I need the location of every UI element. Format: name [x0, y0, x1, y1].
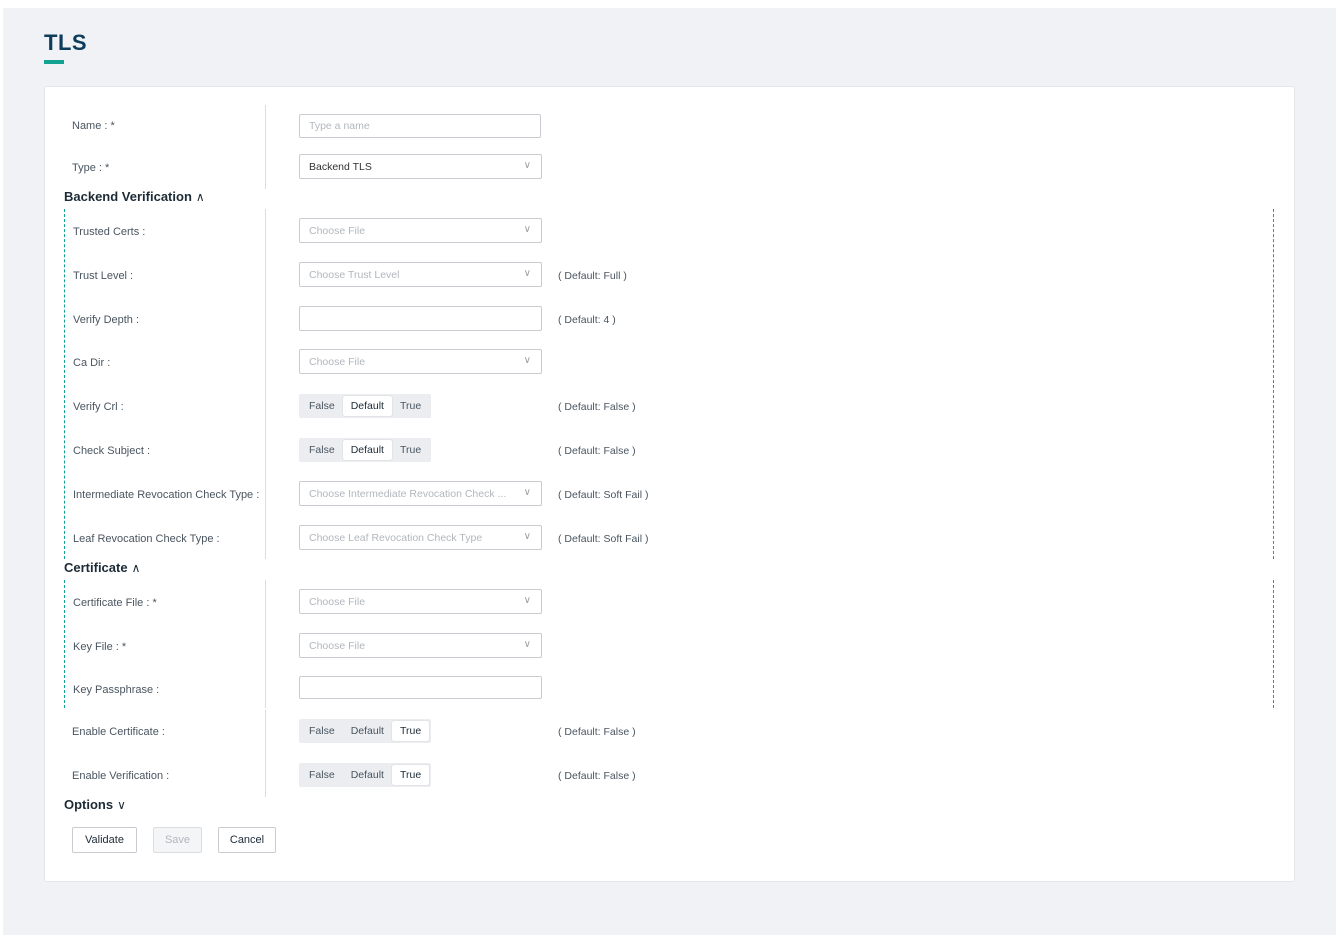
backend-verification-right-border	[1273, 209, 1274, 559]
trusted-certs-label: Trusted Certs :	[73, 226, 146, 238]
enable-certificate-default[interactable]: Default	[343, 721, 392, 741]
check-subject-label: Check Subject :	[73, 445, 151, 457]
enable-verification-default-hint: ( Default: False )	[558, 770, 636, 782]
enable-verification-default[interactable]: Default	[343, 765, 392, 785]
chevron-down-icon: ∨	[523, 355, 531, 366]
certificate-toggle[interactable]: Certificate ∧	[64, 560, 140, 575]
type-select[interactable]: Backend TLS ∨	[299, 154, 542, 179]
divider-certificate	[265, 580, 266, 708]
intermediate-revocation-label: Intermediate Revocation Check Type :	[73, 489, 260, 501]
trust-level-label: Trust Level :	[73, 270, 134, 282]
save-button[interactable]: Save	[153, 827, 202, 853]
validate-button[interactable]: Validate	[72, 827, 137, 853]
type-label: Type : *	[72, 162, 110, 174]
enable-verification-false[interactable]: False	[301, 765, 343, 785]
verify-depth-default-hint: ( Default: 4 )	[558, 314, 616, 326]
divider-backend-verification	[265, 209, 266, 559]
certificate-file-label: Certificate File : *	[73, 597, 157, 609]
chevron-down-icon: ∨	[523, 639, 531, 650]
name-input[interactable]	[299, 114, 541, 138]
backend-verification-title: Backend Verification	[64, 189, 192, 204]
chevron-down-icon: ∨	[523, 224, 531, 235]
chevron-down-icon: ∨	[117, 798, 126, 812]
type-select-value: Backend TLS	[309, 161, 372, 173]
verify-depth-input[interactable]	[299, 306, 542, 331]
chevron-up-icon: ∧	[131, 561, 141, 575]
leaf-revocation-placeholder: Choose Leaf Revocation Check Type	[309, 532, 483, 544]
title-underline	[44, 60, 64, 64]
chevron-down-icon: ∨	[523, 487, 531, 498]
check-subject-false[interactable]: False	[301, 440, 343, 460]
enable-verification-label: Enable Verification :	[72, 770, 170, 782]
options-title: Options	[64, 797, 114, 812]
leaf-revocation-default-hint: ( Default: Soft Fail )	[558, 533, 649, 545]
chevron-down-icon: ∨	[523, 531, 531, 542]
ca-dir-placeholder: Choose File	[309, 356, 366, 368]
check-subject-true[interactable]: True	[392, 440, 429, 460]
trust-level-default-hint: ( Default: Full )	[558, 270, 627, 282]
leaf-revocation-select[interactable]: Choose Leaf Revocation Check Type ∨	[299, 525, 542, 550]
enable-certificate-toggle: False Default True	[299, 719, 432, 743]
verify-crl-label: Verify Crl :	[73, 401, 124, 413]
intermediate-revocation-default-hint: ( Default: Soft Fail )	[558, 489, 649, 501]
verify-depth-label: Verify Depth :	[73, 314, 140, 326]
certificate-file-select[interactable]: Choose File ∨	[299, 589, 542, 614]
enable-verification-true[interactable]: True	[391, 765, 430, 785]
tls-form-card	[44, 86, 1295, 882]
ca-dir-select[interactable]: Choose File ∨	[299, 349, 542, 374]
enable-verification-toggle: False Default True	[299, 763, 432, 787]
key-file-placeholder: Choose File	[309, 640, 366, 652]
enable-certificate-false[interactable]: False	[301, 721, 343, 741]
trust-level-select[interactable]: Choose Trust Level ∨	[299, 262, 542, 287]
trusted-certs-select[interactable]: Choose File ∨	[299, 218, 542, 243]
trust-level-placeholder: Choose Trust Level	[309, 269, 400, 281]
chevron-up-icon: ∧	[195, 190, 205, 204]
verify-crl-default-hint: ( Default: False )	[558, 401, 636, 413]
backend-verification-left-border	[64, 209, 65, 559]
enable-certificate-true[interactable]: True	[391, 721, 430, 741]
certificate-title: Certificate	[64, 560, 128, 575]
name-label: Name : *	[72, 120, 115, 132]
intermediate-revocation-select[interactable]: Choose Intermediate Revocation Check ...…	[299, 481, 542, 506]
verify-crl-true[interactable]: True	[392, 396, 429, 416]
check-subject-default-hint: ( Default: False )	[558, 445, 636, 457]
intermediate-revocation-placeholder: Choose Intermediate Revocation Check ...	[309, 488, 507, 500]
trusted-certs-placeholder: Choose File	[309, 225, 366, 237]
key-file-select[interactable]: Choose File ∨	[299, 633, 542, 658]
key-passphrase-input[interactable]	[299, 676, 542, 699]
enable-certificate-label: Enable Certificate :	[72, 726, 165, 738]
page-title: TLS	[44, 30, 88, 55]
chevron-down-icon: ∨	[523, 160, 531, 171]
check-subject-default[interactable]: Default	[342, 440, 392, 460]
key-file-label: Key File : *	[73, 641, 127, 653]
options-toggle[interactable]: Options ∨	[64, 797, 126, 812]
enable-certificate-default-hint: ( Default: False )	[558, 726, 636, 738]
verify-crl-toggle: False Default True	[299, 394, 432, 418]
chevron-down-icon: ∨	[523, 595, 531, 606]
key-passphrase-label: Key Passphrase :	[73, 684, 160, 696]
certificate-right-border	[1273, 580, 1274, 708]
verify-crl-false[interactable]: False	[301, 396, 343, 416]
verify-crl-default[interactable]: Default	[342, 396, 392, 416]
leaf-revocation-label: Leaf Revocation Check Type :	[73, 533, 220, 545]
ca-dir-label: Ca Dir :	[73, 357, 111, 369]
backend-verification-toggle[interactable]: Backend Verification ∧	[64, 189, 205, 204]
certificate-file-placeholder: Choose File	[309, 596, 366, 608]
cancel-button[interactable]: Cancel	[218, 827, 276, 853]
divider-general	[265, 105, 266, 189]
certificate-left-border	[64, 580, 65, 708]
chevron-down-icon: ∨	[523, 268, 531, 279]
divider-toggles	[265, 710, 266, 797]
check-subject-toggle: False Default True	[299, 438, 432, 462]
